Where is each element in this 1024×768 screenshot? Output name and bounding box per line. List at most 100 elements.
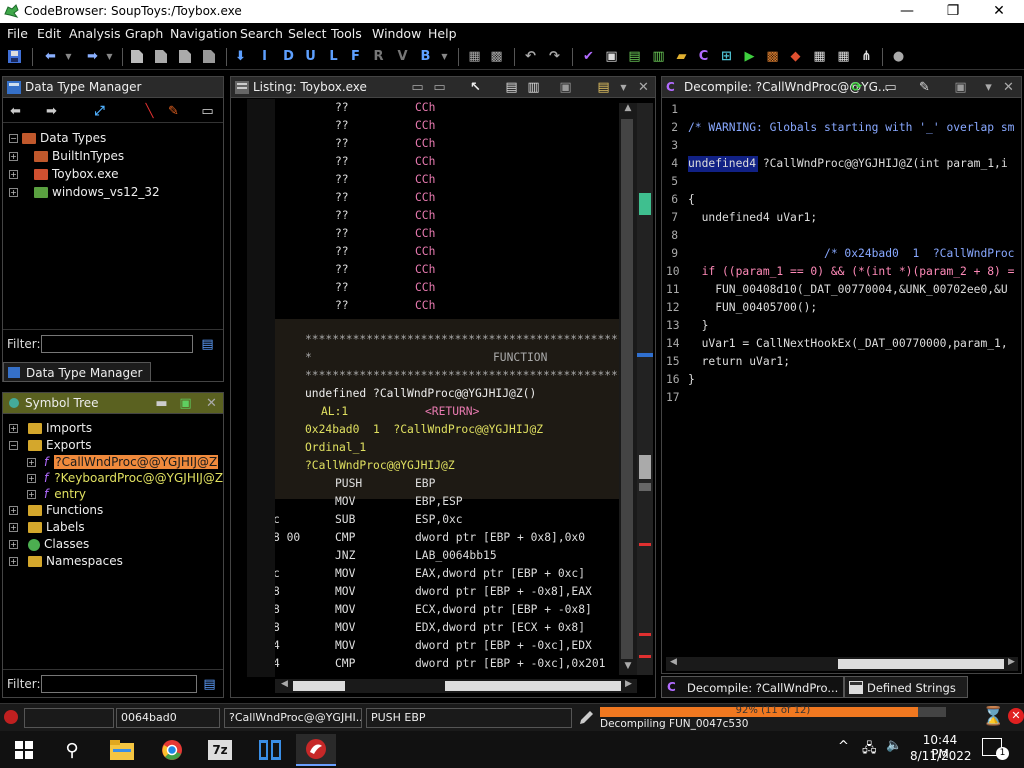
instruction-bytes[interactable]: 4 (275, 657, 280, 670)
filter-options-icon[interactable]: ▤ (199, 336, 216, 353)
export-icon[interactable]: ▥ (650, 48, 667, 65)
decompile-close-icon[interactable]: ✕ (1000, 79, 1017, 96)
chrome-icon[interactable] (152, 734, 192, 766)
tree-labels[interactable]: + Labels (9, 520, 85, 534)
cancel-task-icon[interactable]: ✕ (1008, 708, 1024, 724)
data-byte-label[interactable]: CCh (415, 119, 435, 132)
dtm-no-icon[interactable]: ╲ (141, 103, 158, 120)
instruction-mnemonic[interactable]: SUB (335, 513, 355, 526)
scroll-up-icon[interactable]: ▲ (619, 103, 637, 117)
listing-close-icon[interactable]: ✕ (635, 79, 652, 96)
redo-icon[interactable]: ↷ (546, 48, 563, 65)
instruction-operands[interactable]: EDX,dword ptr [ECX + 0x8] (415, 621, 585, 634)
tree-export-entry[interactable]: + f entry (27, 487, 86, 501)
data-byte-label[interactable]: CCh (415, 281, 435, 294)
nav-letter-f[interactable]: F (347, 48, 364, 65)
instruction-operands[interactable]: dword ptr [EBP + -0x8],EAX (415, 585, 592, 598)
plate-function-label[interactable]: FUNCTION (493, 351, 547, 364)
scroll-left-icon[interactable]: ◀ (670, 657, 677, 667)
dtm-forward-icon[interactable]: ➡ (43, 103, 60, 120)
data-byte-value[interactable]: ?? (335, 137, 349, 150)
decompile-line[interactable]: { (688, 193, 695, 206)
scroll-down-icon[interactable]: ▼ (619, 661, 637, 675)
snapshot-icon[interactable]: ▣ (557, 79, 574, 96)
decompile-code-area[interactable]: 1 2/* WARNING: Globals starting with '_' … (662, 99, 1021, 655)
decompile-line[interactable]: FUN_00408d10(_DAT_00770004,&UNK_00702ee0… (688, 283, 1007, 296)
function-signature[interactable]: undefined ?CallWndProc@@YGJHIJ@Z() (305, 387, 536, 400)
hscroll-thumb[interactable] (293, 681, 345, 691)
tree-classes[interactable]: + Classes (9, 537, 89, 551)
hscroll-thumb-2[interactable] (445, 681, 621, 691)
volume-icon[interactable]: 🔈 (886, 738, 902, 753)
clipboard-icon[interactable]: ▦ (466, 48, 483, 65)
symbol-tree-refresh-icon[interactable]: ▣ (177, 395, 194, 412)
dtm-archive-icon[interactable]: ⤢ (91, 103, 108, 120)
decompile-menu-icon[interactable]: ▾ (980, 79, 997, 96)
listing-code-area[interactable]: ?? CCh?? CCh?? CCh?? CCh?? CCh?? CCh?? CCh?? CCh… (275, 99, 619, 677)
ghidra-taskbar-icon[interactable] (296, 734, 336, 766)
grid-icon[interactable]: ▦ (835, 48, 852, 65)
field-icon[interactable]: ▤ (595, 79, 612, 96)
data-byte-value[interactable]: ?? (335, 299, 349, 312)
tab-decompile[interactable]: C Decompile: ?CallWndPro... (661, 676, 844, 698)
menu-tools[interactable]: Tools (331, 26, 362, 41)
forward-arrow-icon[interactable]: ➡ (84, 48, 101, 65)
copy-icon[interactable]: ▭ (409, 79, 426, 96)
decompile-line[interactable]: undefined4 ?CallWndProc@@YGJHIJ@Z(int pa… (688, 157, 1008, 170)
menu-window[interactable]: Window (372, 26, 421, 41)
instruction-mnemonic[interactable]: CMP (335, 531, 355, 544)
dtm-tab[interactable]: Data Type Manager (3, 362, 151, 382)
tree-functions[interactable]: + Functions (9, 503, 103, 517)
data-byte-label[interactable]: CCh (415, 173, 435, 186)
hscroll-thumb[interactable] (838, 659, 1004, 669)
window-icon[interactable]: ▤ (626, 48, 643, 65)
instruction-bytes[interactable]: 8 00 (275, 531, 300, 544)
menu-select[interactable]: Select (288, 26, 327, 41)
file-explorer-icon[interactable] (102, 734, 142, 766)
paste-icon[interactable]: ▩ (488, 48, 505, 65)
decompile-line[interactable]: if ((param_1 == 0) && (*(int *)(param_2 … (688, 265, 1015, 278)
instruction-bytes[interactable]: c (275, 513, 280, 526)
chat-icon[interactable]: ● (890, 48, 907, 65)
data-byte-value[interactable]: ?? (335, 209, 349, 222)
instruction-operands[interactable]: EAX,dword ptr [EBP + 0xc] (415, 567, 585, 580)
instruction-bytes[interactable]: 8 (275, 585, 280, 598)
menu-file[interactable]: File (7, 26, 28, 41)
tree-data-types[interactable]: − Data Types (9, 131, 106, 145)
listing-hscrollbar[interactable]: ◀ ▶ (275, 679, 637, 693)
nav-letter-u[interactable]: U (302, 48, 319, 65)
tree-icon[interactable]: ⋔ (858, 48, 875, 65)
data-byte-label[interactable]: CCh (415, 227, 435, 240)
decompile-line[interactable]: /* WARNING: Globals starting with '_' ov… (688, 121, 1014, 134)
app-window-icon[interactable] (250, 734, 290, 766)
windows-start-icon[interactable] (4, 734, 44, 766)
back-arrow-icon[interactable]: ⬅ (42, 48, 59, 65)
script-icon[interactable]: ▩ (764, 48, 781, 65)
maximize-button[interactable]: ❐ (930, 0, 976, 23)
instruction-operands[interactable]: LAB_0064bb15 (415, 549, 497, 562)
symbol-filter-input[interactable] (41, 675, 197, 693)
tree-namespaces[interactable]: + Namespaces (9, 554, 123, 568)
nav-letter-r[interactable]: R (370, 48, 387, 65)
decompile-line[interactable]: /* 0x24bad0 1 ?CallWndProc (688, 247, 1014, 260)
tree-builtin-types[interactable]: + BuiltInTypes (9, 149, 124, 163)
nav-dropdown-icon[interactable]: ▼ (436, 48, 453, 65)
instruction-operands[interactable]: EBP (415, 477, 435, 490)
decompile-line[interactable]: return uVar1; (688, 355, 790, 368)
paste-icon[interactable]: ▭ (431, 79, 448, 96)
filter-options-icon[interactable]: ▤ (201, 676, 218, 693)
tree-windows-vs12[interactable]: + windows_vs12_32 (9, 185, 160, 199)
data-byte-value[interactable]: ?? (335, 281, 349, 294)
scroll-left-icon[interactable]: ◀ (281, 679, 288, 689)
copy-icon[interactable]: ▭ (882, 79, 899, 96)
instruction-operands[interactable]: ECX,dword ptr [EBP + -0x8] (415, 603, 592, 616)
menu-graph[interactable]: Graph (125, 26, 163, 41)
dtm-back-icon[interactable]: ⬅ (7, 103, 24, 120)
page-icon-4[interactable] (200, 48, 217, 65)
instruction-mnemonic[interactable]: MOV (335, 585, 355, 598)
data-byte-label[interactable]: CCh (415, 299, 435, 312)
instruction-operands[interactable]: dword ptr [EBP + -0xc],0x201 (415, 657, 605, 670)
data-byte-value[interactable]: ?? (335, 245, 349, 258)
nav-letter-b[interactable]: B (417, 48, 434, 65)
data-byte-label[interactable]: CCh (415, 245, 435, 258)
